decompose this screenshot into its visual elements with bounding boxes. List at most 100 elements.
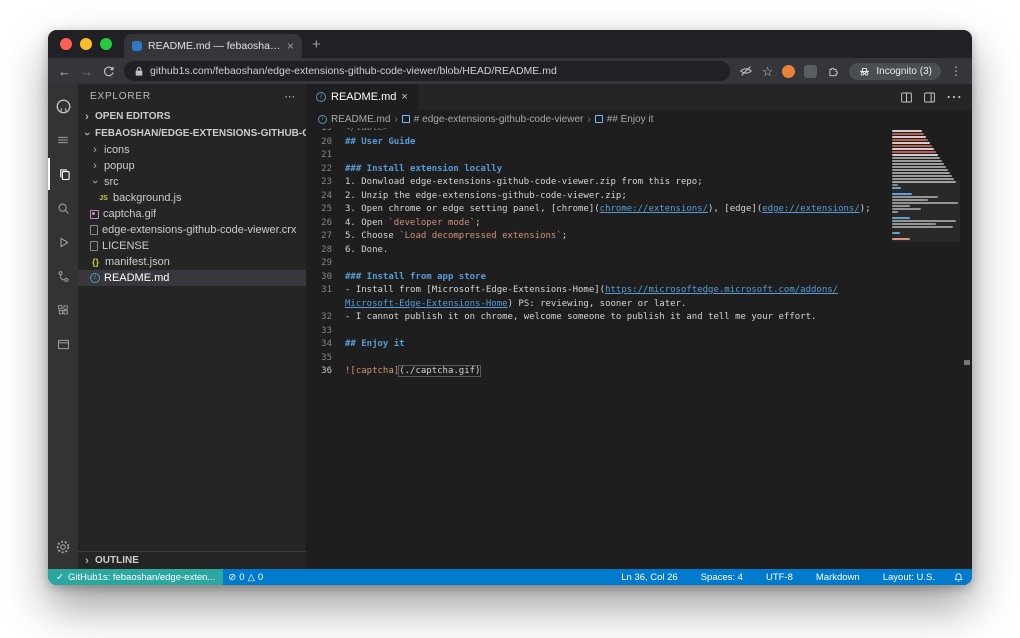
close-window-button[interactable] (60, 38, 72, 50)
browser-tab[interactable]: README.md — febaoshan/edg × (124, 34, 302, 58)
tree-item-popup[interactable]: ›popup (78, 158, 306, 174)
editor-group: i README.md × ⋯ iREADME.md›# edg (306, 84, 972, 569)
extensions-puzzle-icon[interactable] (826, 64, 840, 78)
zoom-window-button[interactable] (100, 38, 112, 50)
settings-gear-icon[interactable] (48, 531, 78, 563)
open-preview-icon[interactable] (900, 91, 913, 104)
source-control-icon[interactable] (48, 260, 78, 292)
sidebar-title: EXPLORER (90, 91, 151, 102)
code-line: 35 (306, 352, 882, 366)
browser-menu-button[interactable]: ⋮ (950, 64, 962, 78)
tree-item-readme-md[interactable]: iREADME.md (78, 270, 306, 286)
code-segment: 2. Unzip the edge-extensions-github-code… (345, 191, 627, 201)
info-file-icon: i (318, 115, 327, 124)
breadcrumb-item[interactable]: # edge-extensions-github-code-viewer (414, 114, 584, 125)
tree-item-manifest-json[interactable]: {}manifest.json (78, 254, 306, 270)
code-segment: ; (475, 218, 480, 228)
incognito-label: Incognito (3) (876, 66, 932, 77)
status-item-utf-8[interactable]: UTF-8 (761, 572, 798, 583)
split-editor-icon[interactable] (923, 91, 936, 104)
code-line: 24 2. Unzip the edge-extensions-github-co… (306, 190, 882, 204)
back-button[interactable]: ← (58, 65, 71, 78)
tree-item-src[interactable]: ›src (78, 174, 306, 190)
outline-section[interactable]: › OUTLINE (78, 551, 306, 569)
minimap-line (892, 145, 932, 147)
extension-orange-icon[interactable] (782, 65, 795, 78)
run-debug-icon[interactable] (48, 226, 78, 258)
line-number: 19 (306, 128, 332, 136)
status-item-markdown[interactable]: Markdown (811, 572, 865, 583)
minimap-line (892, 169, 948, 171)
browser-preview-icon[interactable] (48, 328, 78, 360)
code-segment: ), [edge]( (708, 204, 762, 214)
activity-bar (48, 84, 78, 569)
editor-tab-close-icon[interactable]: × (401, 91, 407, 103)
status-bar: ✓ GitHub1s: febaoshan/edge-exten... ⊘ 0 … (48, 569, 972, 585)
forward-button[interactable]: → (80, 65, 93, 78)
editor-more-actions[interactable]: ⋯ (946, 87, 962, 107)
extension-dark-icon[interactable] (804, 65, 817, 78)
error-icon: ⊘ (228, 572, 236, 583)
line-text: 5. Choose `Load decompressed extensions`… (332, 230, 882, 244)
menu-icon[interactable] (48, 124, 78, 156)
remote-indicator[interactable]: ✓ GitHub1s: febaoshan/edge-exten... (48, 569, 223, 585)
minimize-window-button[interactable] (80, 38, 92, 50)
minimap-line (892, 136, 926, 138)
line-text: ### Install extension locally (332, 163, 882, 177)
editor-scrollbar[interactable] (962, 128, 972, 569)
search-icon[interactable] (48, 192, 78, 224)
github-logo-icon[interactable] (48, 90, 78, 122)
code-line: 36![captcha](./captcha.gif) (306, 365, 882, 379)
tracking-protection-icon[interactable] (739, 64, 753, 78)
code-segment: ## User Guide (345, 137, 415, 147)
code-segment: 1. Donwload edge-extensions-github-code-… (345, 177, 703, 187)
line-number: 24 (306, 190, 332, 204)
status-item-layout-u-s-[interactable]: Layout: U.S. (878, 572, 940, 583)
extensions-icon[interactable] (48, 294, 78, 326)
explorer-icon[interactable] (48, 158, 78, 190)
open-editors-section[interactable]: › OPEN EDITORS (78, 108, 306, 125)
code-area[interactable]: 19</table>20## User Guide2122### Install… (306, 128, 972, 569)
code-segment: 4. Open (345, 218, 388, 228)
line-text: ## Enjoy it (332, 338, 882, 352)
check-icon: ✓ (56, 572, 64, 583)
line-text (332, 325, 882, 339)
warning-count: 0 (258, 572, 263, 583)
line-number: 20 (306, 136, 332, 150)
code-line: 30### Install from app store (306, 271, 882, 285)
tree-item-edge-extensions-github-code-viewer-crx[interactable]: edge-extensions-github-code-viewer.crx (78, 222, 306, 238)
tree-item-background-js[interactable]: JSbackground.js (78, 190, 306, 206)
explorer-more-actions[interactable]: ⋯ (284, 90, 296, 103)
status-item-ln-36-col-26[interactable]: Ln 36, Col 26 (616, 572, 683, 583)
minimap-slider[interactable] (892, 180, 960, 242)
bookmark-star-icon[interactable]: ☆ (762, 65, 774, 78)
tree-item-icons[interactable]: ›icons (78, 142, 306, 158)
code-segment: 5. Choose (345, 231, 399, 241)
workspace-root-section[interactable]: › FEBAOSHAN/EDGE-EXTENSIONS-GITHUB-COD..… (78, 125, 306, 142)
minimap-line (892, 151, 936, 153)
line-text: 3. Open chrome or edge setting panel, [c… (332, 203, 882, 217)
breadcrumb-item[interactable]: ## Enjoy it (607, 114, 654, 125)
file-label: popup (104, 160, 135, 172)
remote-label: GitHub1s: febaoshan/edge-exten... (68, 572, 215, 583)
notifications-bell-icon[interactable] (953, 572, 964, 583)
line-number: 30 (306, 271, 332, 285)
tab-close-icon[interactable]: × (287, 39, 294, 53)
new-tab-button[interactable]: + (312, 30, 321, 58)
line-number: 31 (306, 284, 332, 298)
code-segment: ) PS: reviewing, sooner or later. (508, 299, 687, 309)
tree-item-license[interactable]: LICENSE (78, 238, 306, 254)
breadcrumb-item[interactable]: README.md (331, 114, 390, 125)
problems-indicator[interactable]: ⊘ 0 △ 0 (223, 572, 268, 583)
info-file-icon: i (90, 273, 100, 283)
reload-button[interactable] (102, 65, 115, 78)
code-segment: Microsoft-Edge-Extensions-Home (345, 299, 508, 309)
incognito-indicator[interactable]: Incognito (3) (849, 63, 941, 80)
editor-tab-readme[interactable]: i README.md × (306, 84, 418, 110)
tree-item-captcha-gif[interactable]: captcha.gif (78, 206, 306, 222)
code-segment: ; (562, 231, 567, 241)
address-bar[interactable]: github1s.com/febaoshan/edge-extensions-g… (124, 61, 730, 81)
incognito-icon (858, 65, 871, 78)
status-item-spaces-4[interactable]: Spaces: 4 (696, 572, 748, 583)
readme-file-icon: i (316, 92, 326, 102)
